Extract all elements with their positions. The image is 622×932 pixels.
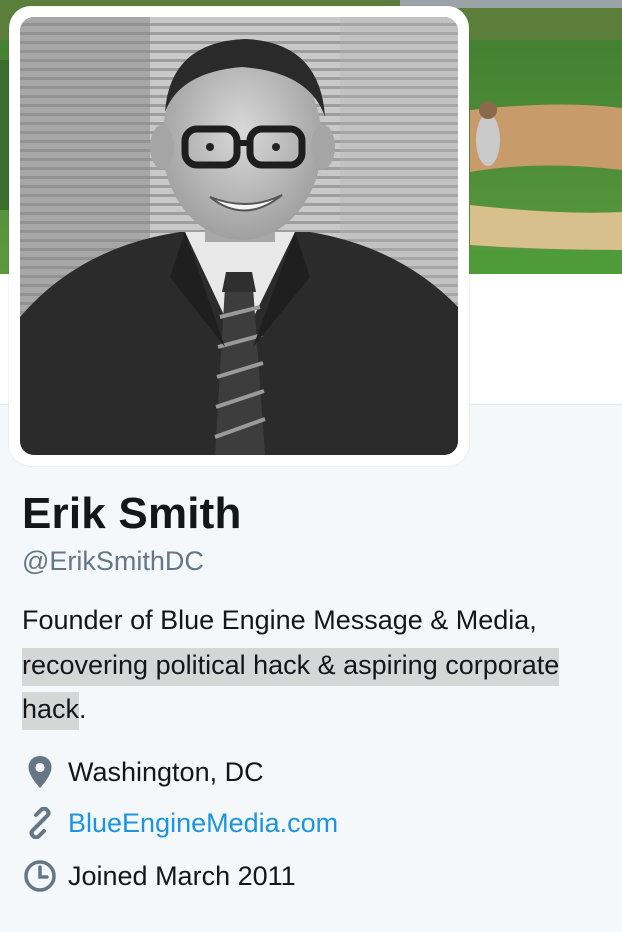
profile-avatar[interactable] xyxy=(9,6,469,466)
location-text: Washington, DC xyxy=(68,757,264,787)
bio-text-end: . xyxy=(79,694,87,724)
profile-joined: Joined March 2011 xyxy=(22,856,296,896)
profile-bio: Founder of Blue Engine Message & Media, … xyxy=(22,598,592,732)
profile-website: BlueEngineMedia.com xyxy=(22,803,338,843)
link-icon xyxy=(22,805,58,841)
profile-page: Erik Smith @ErikSmithDC Founder of Blue … xyxy=(0,0,622,932)
clock-icon xyxy=(22,858,58,894)
profile-handle[interactable]: @ErikSmithDC xyxy=(22,544,204,578)
bio-text: Founder of Blue Engine Message & Media, xyxy=(22,605,537,635)
joined-text: Joined March 2011 xyxy=(68,861,296,891)
website-link[interactable]: BlueEngineMedia.com xyxy=(68,806,338,840)
map-pin-icon xyxy=(22,754,58,790)
profile-location: Washington, DC xyxy=(22,752,264,792)
avatar-photo xyxy=(20,17,458,455)
profile-name[interactable]: Erik Smith xyxy=(22,488,242,540)
bio-highlighted-text: recovering political hack & aspiring cor… xyxy=(22,647,560,730)
